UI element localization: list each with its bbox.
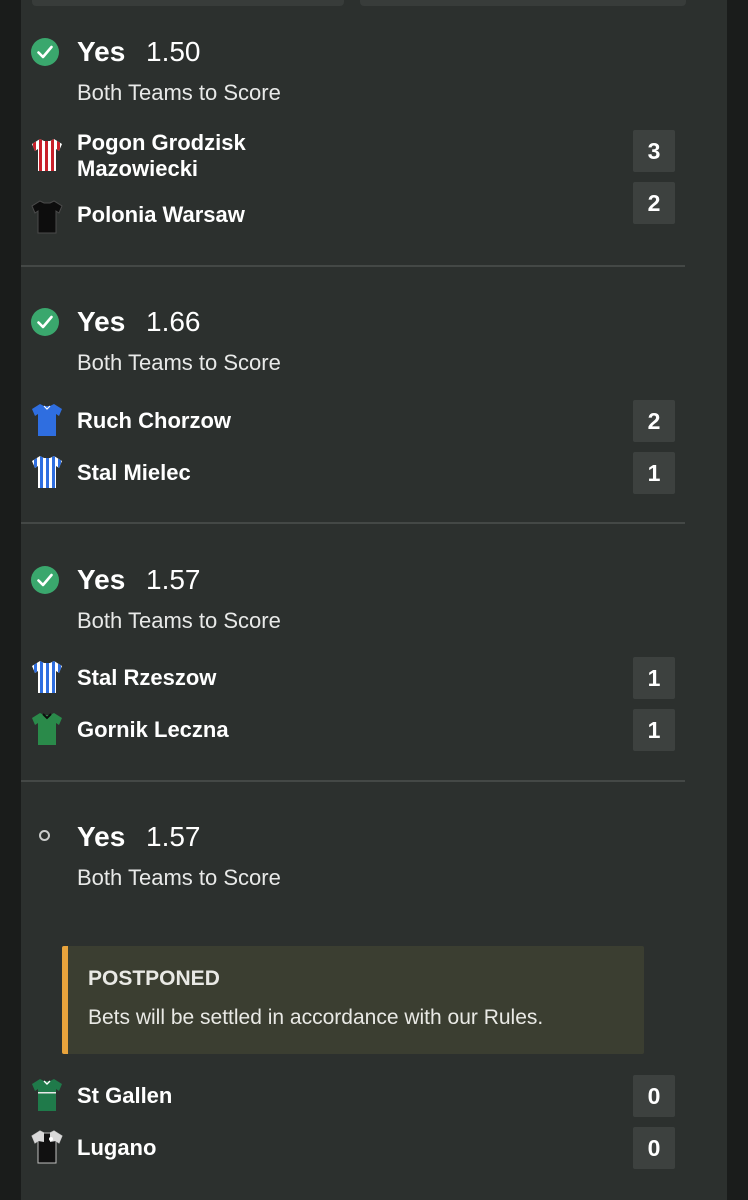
team-name: St Gallen	[77, 1083, 173, 1108]
divider	[21, 780, 685, 782]
blue-shirt-icon	[31, 403, 63, 437]
team-name: Stal Mielec	[77, 460, 191, 485]
odds-value: 1.50	[146, 36, 201, 67]
score-box: 1	[633, 452, 675, 494]
green-white-shirt-icon	[31, 1078, 63, 1112]
top-tabs	[32, 0, 728, 6]
score-box: 1	[633, 709, 675, 751]
pending-circle-icon	[39, 830, 50, 841]
team-row-home: Stal Rzeszow 1	[21, 657, 685, 699]
bet-header: Yes 1.50	[21, 32, 621, 76]
team-row-home: Pogon Grodzisk Mazowiecki 3	[21, 130, 685, 182]
bet-header: Yes 1.66	[21, 302, 621, 346]
notice-text: Bets will be settled in accordance with …	[88, 1006, 544, 1029]
odds-value: 1.57	[146, 564, 201, 595]
green-shirt-icon	[31, 712, 63, 746]
selection-label: Yes	[77, 36, 126, 67]
selection-label: Yes	[77, 564, 126, 595]
team-name: Polonia Warsaw	[77, 202, 245, 227]
team-row-home: Ruch Chorzow 2	[21, 400, 685, 442]
tab-left-edge[interactable]	[32, 0, 344, 6]
team-row-away: Gornik Leczna 1	[21, 709, 685, 751]
blue-white-stripes-shirt-icon	[31, 660, 63, 694]
score-box: 3	[633, 130, 675, 172]
score-box: 2	[633, 182, 675, 224]
score-box: 0	[633, 1127, 675, 1169]
blue-white-stripes-shirt-icon	[31, 455, 63, 489]
market-name: Both Teams to Score	[77, 350, 281, 375]
divider	[21, 522, 685, 524]
odds-value: 1.57	[146, 821, 201, 852]
postponed-notice: POSTPONED Bets will be settled in accord…	[62, 946, 644, 1054]
notice-title: POSTPONED	[88, 967, 220, 990]
check-circle-icon	[31, 308, 59, 336]
selection-label: Yes	[77, 821, 126, 852]
market-name: Both Teams to Score	[77, 608, 281, 633]
team-row-away: Stal Mielec 1	[21, 452, 685, 494]
black-white-shirt-icon	[31, 1130, 63, 1164]
team-name: Lugano	[77, 1135, 157, 1160]
team-name: Ruch Chorzow	[77, 408, 231, 433]
team-name: Stal Rzeszow	[77, 665, 217, 690]
red-white-stripes-shirt-icon	[31, 138, 63, 172]
divider	[21, 265, 685, 267]
team-row-away: Lugano 0	[21, 1127, 685, 1169]
market-name: Both Teams to Score	[77, 80, 281, 105]
bet-header: Yes 1.57	[21, 560, 621, 604]
score-box: 1	[633, 657, 675, 699]
check-circle-icon	[31, 38, 59, 66]
team-row-away: Polonia Warsaw 2	[21, 182, 685, 234]
tab-right-edge[interactable]	[360, 0, 686, 6]
team-name: Gornik Leczna	[77, 717, 229, 742]
team-row-home: St Gallen 0	[21, 1075, 685, 1117]
score-box: 2	[633, 400, 675, 442]
score-box: 0	[633, 1075, 675, 1117]
odds-value: 1.66	[146, 306, 201, 337]
black-shirt-icon	[31, 200, 63, 234]
market-name: Both Teams to Score	[77, 865, 281, 890]
check-circle-icon	[31, 566, 59, 594]
selection-label: Yes	[77, 306, 126, 337]
bet-header: Yes 1.57	[21, 817, 621, 861]
team-name: Pogon Grodzisk Mazowiecki	[77, 130, 246, 181]
